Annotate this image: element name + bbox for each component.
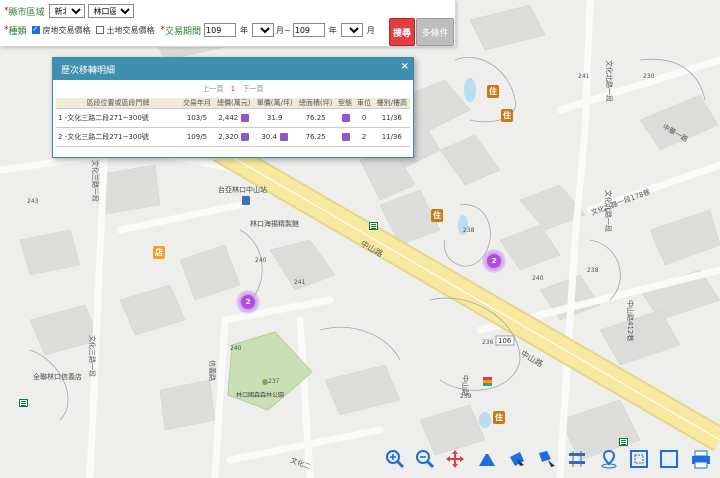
poi-label: 全聯林口信義店	[33, 372, 82, 381]
transfer-table: 區段位置或區段門牌 交易年月 總價(萬元) 單價(萬/坪) 總面積(坪) 型態 …	[56, 98, 410, 147]
measure-distance-icon[interactable]	[476, 448, 498, 470]
elevation-label: 230	[643, 73, 655, 80]
col-header: 單價(萬/坪)	[253, 98, 296, 109]
col-header: 車位	[354, 98, 374, 109]
district-select[interactable]: 林口區	[87, 4, 134, 18]
search-panel: * 縣市區域 新北市 林口區 * 種類 房地交易價格 土地交易價格 * 交易期間…	[0, 0, 456, 47]
period-label: 交易期間	[165, 26, 202, 37]
from-month-select[interactable]: 5	[252, 23, 275, 37]
road-label: 中山路412巷	[626, 300, 635, 341]
transaction-cluster[interactable]: 2	[236, 290, 260, 314]
zoom-in-icon[interactable]	[384, 448, 406, 470]
elevation-label: 241	[294, 279, 306, 286]
residence-marker[interactable]: 住	[501, 109, 513, 122]
current-page: 1	[230, 85, 236, 93]
poi-label: 台亞林口中山站	[218, 185, 267, 194]
elevation-label: 240	[255, 257, 267, 264]
transfer-history-dialog: 歷次移轉明細 × 上一頁 1 下一頁 區段位置或區段門牌 交易年月 總價(萬元)…	[52, 57, 414, 158]
store-marker[interactable]: 店	[153, 246, 165, 259]
locate-icon[interactable]	[598, 448, 620, 470]
poi-label: 林口海揚精製館	[250, 219, 299, 228]
dialog-header: 歷次移轉明細 ×	[53, 58, 413, 80]
col-header: 區段位置或區段門牌	[56, 98, 180, 109]
more-conditions-button[interactable]: 多條件	[416, 18, 454, 46]
bus-stop-icon	[19, 399, 28, 407]
zoom-out-icon[interactable]	[414, 448, 436, 470]
detail-icon[interactable]	[241, 114, 250, 122]
elevation-label: 238	[587, 267, 599, 274]
convenience-store-icon	[483, 377, 492, 386]
fullscreen-icon[interactable]	[658, 448, 680, 470]
dialog-title: 歷次移轉明細	[61, 65, 116, 76]
select-icon[interactable]	[536, 448, 558, 470]
elevation-label: 243	[27, 198, 39, 205]
type-label: 種類	[8, 26, 27, 37]
ruler-icon[interactable]	[566, 448, 588, 470]
land-price-checkbox[interactable]	[95, 26, 104, 34]
route-shield: 106	[498, 337, 512, 345]
elevation-label: 237	[268, 378, 280, 385]
elevation-label: 241	[578, 73, 590, 80]
col-header: 樓別/樓高	[373, 98, 410, 109]
land-price-label: 土地交易價格	[106, 25, 155, 35]
print-icon[interactable]	[690, 448, 712, 470]
building-type-icon[interactable]	[342, 133, 351, 141]
city-label: 縣市區域	[8, 7, 45, 18]
col-header: 型態	[335, 98, 355, 109]
prev-page-link[interactable]: 上一頁	[203, 85, 224, 93]
extent-icon[interactable]	[628, 448, 650, 470]
tree-icon	[262, 379, 268, 385]
from-year-input[interactable]	[204, 23, 237, 37]
cluster-count: 2	[487, 254, 501, 268]
transaction-cluster[interactable]: 2	[482, 249, 506, 273]
elevation-label: 240	[230, 345, 242, 352]
road-label: 文化三路一段	[88, 335, 97, 377]
road-label: 文化北路一段	[605, 60, 614, 102]
residence-marker[interactable]: 住	[431, 209, 443, 222]
road-label: 信義路	[208, 360, 217, 381]
bus-stop-icon	[369, 222, 378, 230]
metro-station-icon	[242, 196, 250, 205]
elevation-label: 236	[482, 339, 494, 346]
house-price-label: 房地交易價格	[42, 25, 91, 35]
residence-marker[interactable]: 住	[487, 85, 499, 98]
cluster-count: 2	[241, 295, 255, 309]
poi-label: 林口國森森林公園	[236, 391, 284, 399]
measure-area-icon[interactable]	[506, 448, 528, 470]
to-month-select[interactable]: 6	[340, 23, 363, 37]
elevation-label: 239	[460, 393, 472, 400]
pagination: 上一頁 1 下一頁	[53, 84, 413, 94]
elevation-label: 238	[463, 227, 475, 234]
road-label: 文化三路一段	[91, 160, 100, 202]
city-select[interactable]: 新北市	[48, 4, 85, 18]
detail-icon[interactable]	[241, 133, 250, 141]
detail-icon[interactable]	[279, 133, 288, 141]
bus-stop-icon	[619, 438, 628, 446]
col-header: 交易年月	[180, 98, 214, 109]
table-row[interactable]: 1 -文化三路二段271~300號 103/5 2,442 31.9 76.25…	[56, 108, 410, 128]
table-row[interactable]: 2 -文化三路二段271~300號 109/5 2,320 30.4 76.25…	[56, 127, 410, 147]
pan-icon[interactable]	[444, 448, 466, 470]
residence-marker[interactable]: 住	[493, 411, 505, 424]
next-page-link[interactable]: 下一頁	[242, 85, 263, 93]
col-header: 總價(萬元)	[213, 98, 254, 109]
close-icon[interactable]: ×	[401, 61, 409, 72]
building-type-icon[interactable]	[342, 114, 351, 122]
col-header: 總面積(坪)	[295, 98, 336, 109]
search-button[interactable]: 搜尋	[389, 18, 415, 46]
house-price-checkbox[interactable]	[31, 25, 40, 34]
elevation-label: 240	[532, 275, 544, 282]
to-year-input[interactable]	[292, 23, 325, 37]
